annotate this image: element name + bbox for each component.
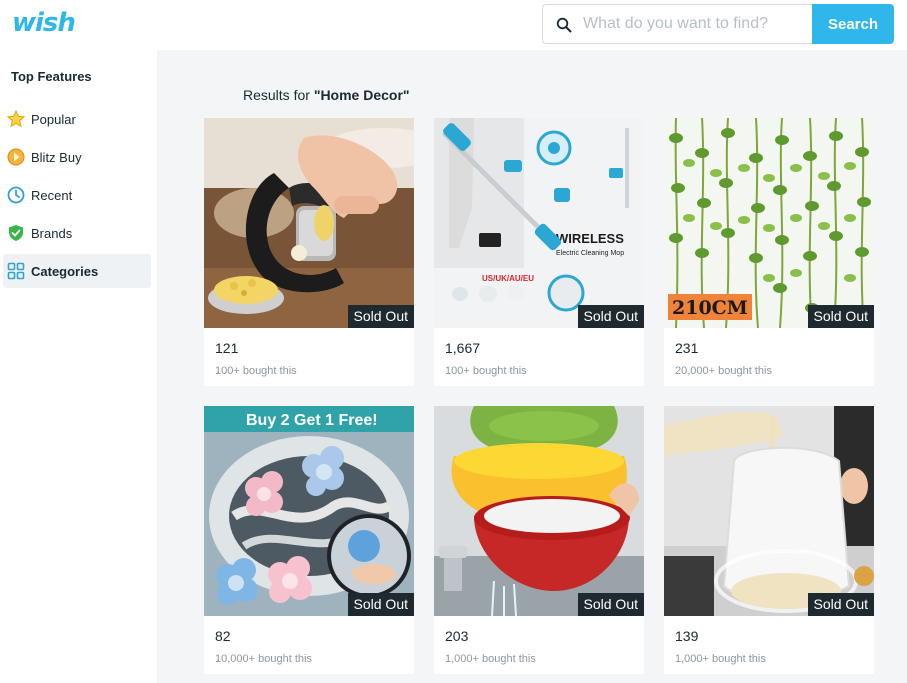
product-card[interactable]: Sold Out 139 1,000+ bought this bbox=[664, 406, 874, 674]
product-card[interactable]: WIRELESS Electric Cleaning Mop US/UK/AU/… bbox=[434, 118, 644, 386]
product-image[interactable]: Sold Out bbox=[434, 406, 644, 616]
sold-out-badge: Sold Out bbox=[807, 305, 874, 328]
search-input[interactable] bbox=[583, 5, 809, 43]
sidebar-item-recent[interactable]: Recent bbox=[3, 178, 151, 212]
product-price: 203 bbox=[445, 628, 469, 644]
product-card[interactable]: 210CM Sold Out 231 20,000+ bought this bbox=[664, 118, 874, 386]
sidebar-item-label: Brands bbox=[31, 225, 73, 241]
sold-out-badge: Sold Out bbox=[577, 593, 644, 616]
wish-logo[interactable]: wish bbox=[12, 8, 76, 38]
product-card[interactable]: Sold Out 203 1,000+ bought this bbox=[434, 406, 644, 674]
search-button[interactable]: Search bbox=[812, 4, 894, 44]
product-price: 1,667 bbox=[445, 340, 481, 356]
results-panel: Results for "Home Decor" Sold Out 121 10… bbox=[157, 50, 907, 683]
clock-icon bbox=[7, 186, 25, 204]
results-heading: Results for "Home Decor" bbox=[243, 87, 410, 103]
sidebar-title: Top Features bbox=[11, 69, 92, 84]
grid-icon bbox=[7, 262, 25, 280]
results-query: "Home Decor" bbox=[313, 87, 410, 103]
image-text: 210CM bbox=[672, 297, 748, 319]
image-text: WIRELESS bbox=[556, 231, 624, 246]
sidebar-item-popular[interactable]: Popular bbox=[3, 102, 151, 136]
sidebar-item-label: Blitz Buy bbox=[31, 149, 82, 165]
sidebar-item-label: Popular bbox=[31, 111, 76, 127]
product-image[interactable]: Buy 2 Get 1 Free! Sold Out bbox=[204, 406, 414, 616]
sold-out-badge: Sold Out bbox=[577, 305, 644, 328]
image-text: Buy 2 Get 1 Free! bbox=[246, 412, 378, 429]
star-icon bbox=[7, 110, 25, 128]
product-price: 121 bbox=[215, 340, 239, 356]
product-bought-count: 20,000+ bought this bbox=[675, 365, 772, 377]
product-card[interactable]: Sold Out 121 100+ bought this bbox=[204, 118, 414, 386]
product-image[interactable]: 210CM Sold Out bbox=[664, 118, 874, 328]
product-image[interactable]: Sold Out bbox=[664, 406, 874, 616]
search-icon bbox=[556, 17, 572, 33]
sidebar-item-label: Categories bbox=[31, 263, 99, 279]
product-image[interactable]: WIRELESS Electric Cleaning Mop US/UK/AU/… bbox=[434, 118, 644, 328]
sidebar-item-blitz-buy[interactable]: Blitz Buy bbox=[3, 140, 151, 174]
image-text: US/UK/AU/EU bbox=[482, 274, 534, 283]
search-box[interactable] bbox=[542, 4, 813, 44]
product-card[interactable]: Buy 2 Get 1 Free! Sold Out 82 10,000+ bo… bbox=[204, 406, 414, 674]
product-bought-count: 100+ bought this bbox=[445, 365, 527, 377]
results-prefix: Results for bbox=[243, 87, 314, 103]
header: wish Search bbox=[0, 0, 907, 50]
product-bought-count: 100+ bought this bbox=[215, 365, 297, 377]
product-price: 82 bbox=[215, 628, 231, 644]
product-price: 139 bbox=[675, 628, 699, 644]
product-bought-count: 1,000+ bought this bbox=[445, 653, 536, 665]
sold-out-badge: Sold Out bbox=[347, 305, 414, 328]
sold-out-badge: Sold Out bbox=[347, 593, 414, 616]
shield-check-icon bbox=[9, 225, 23, 241]
sidebar: Top Features Popular Blitz Buy Recent Br… bbox=[0, 50, 157, 683]
image-text: Electric Cleaning Mop bbox=[556, 250, 624, 257]
product-bought-count: 10,000+ bought this bbox=[215, 653, 312, 665]
product-bought-count: 1,000+ bought this bbox=[675, 653, 766, 665]
product-price: 231 bbox=[675, 340, 699, 356]
sidebar-item-brands[interactable]: Brands bbox=[3, 216, 151, 250]
product-image[interactable]: Sold Out bbox=[204, 118, 414, 328]
sidebar-item-label: Recent bbox=[31, 187, 73, 203]
sidebar-item-categories[interactable]: Categories bbox=[3, 254, 151, 288]
sold-out-badge: Sold Out bbox=[807, 593, 874, 616]
blitz-buy-icon bbox=[7, 148, 25, 166]
